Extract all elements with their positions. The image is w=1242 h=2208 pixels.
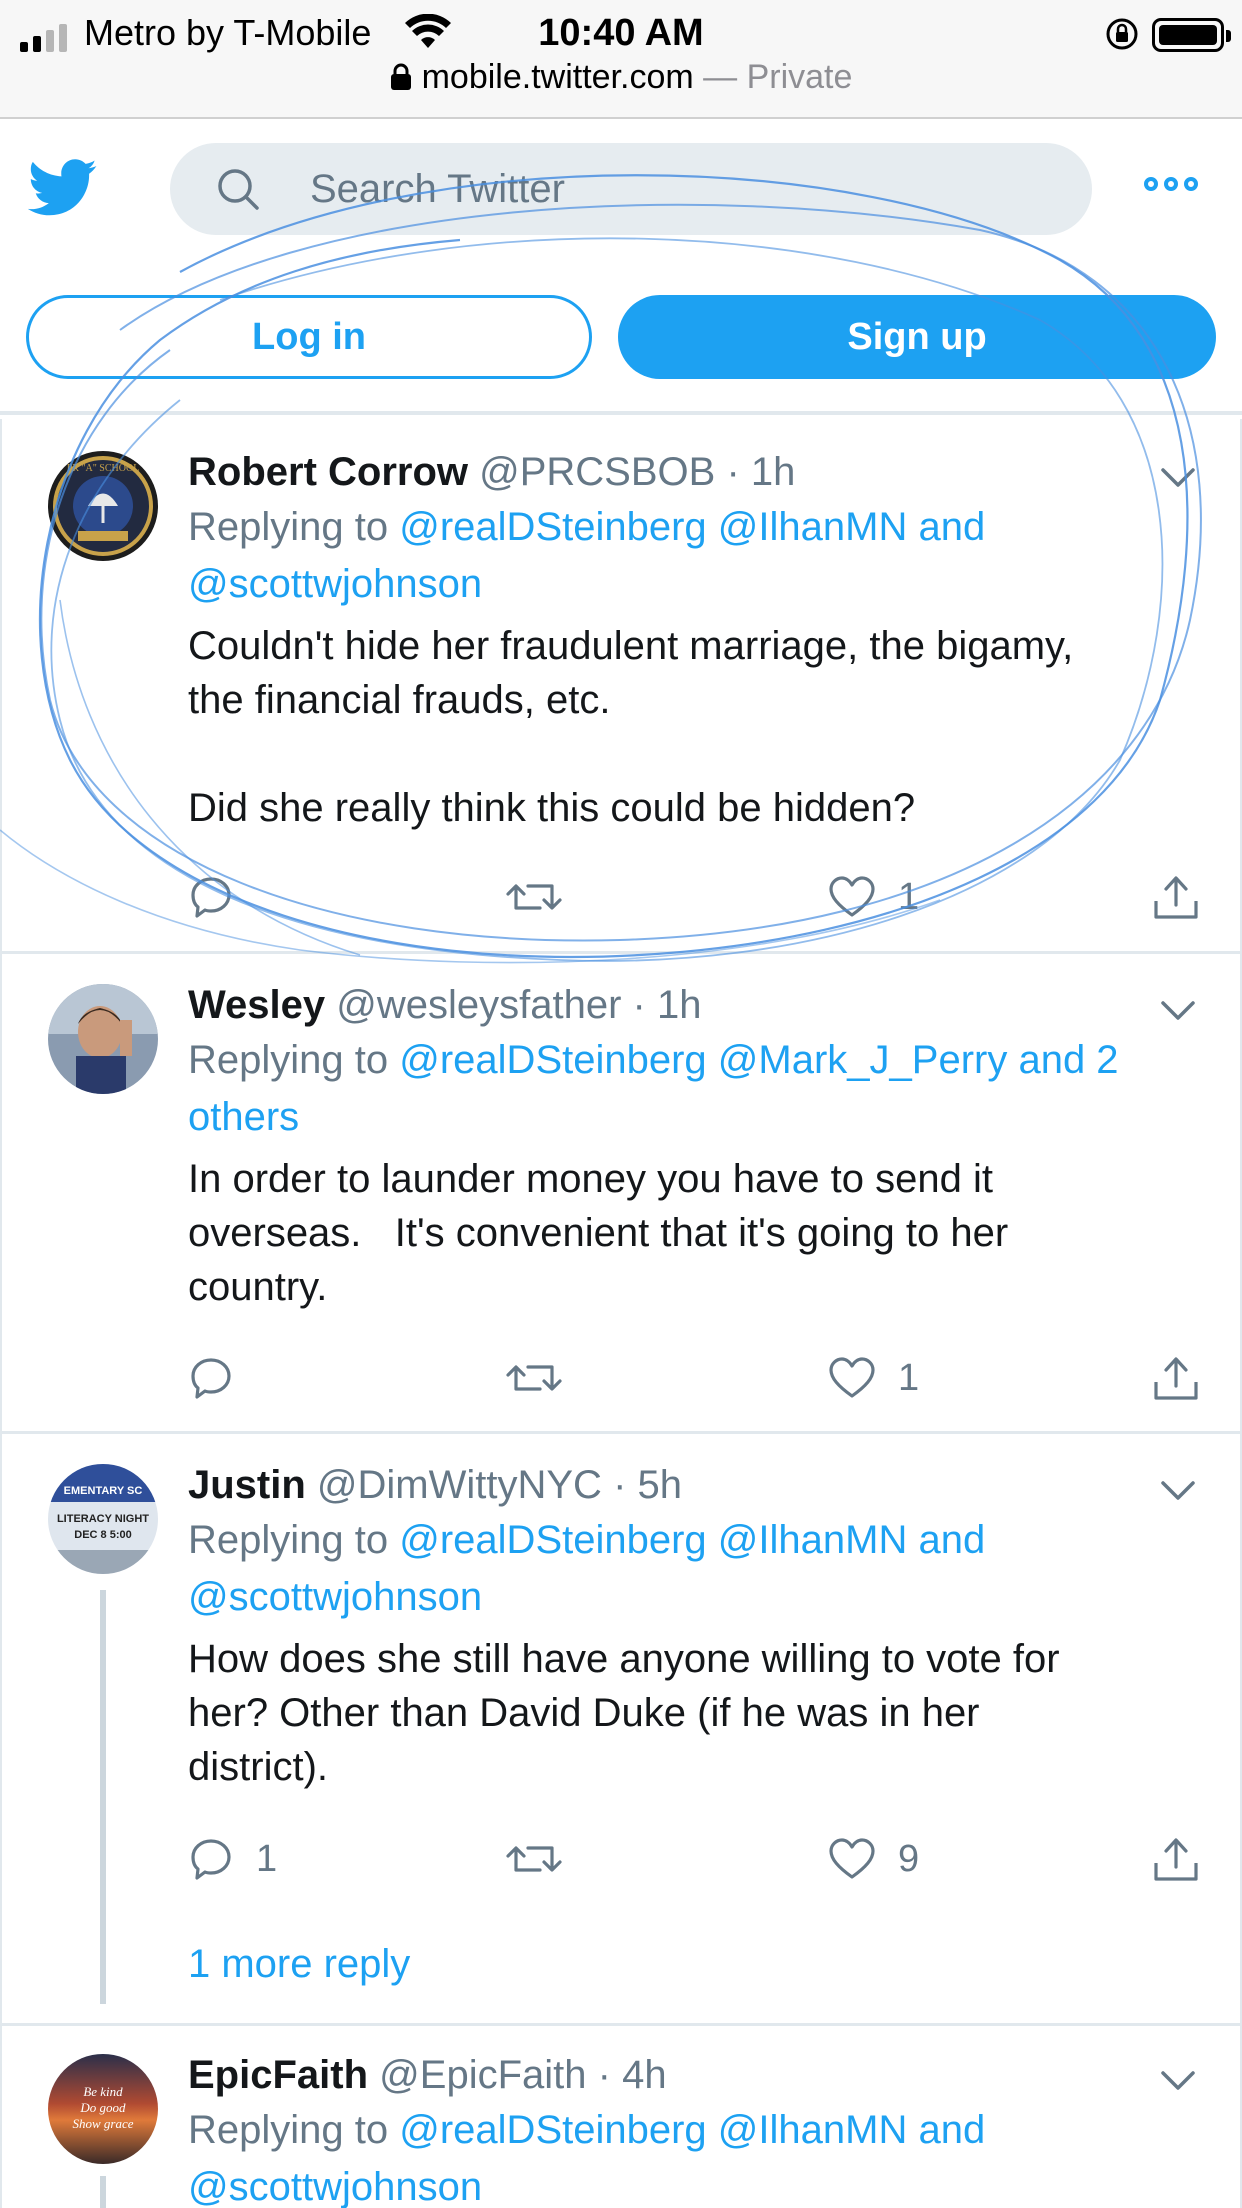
url-text: mobile.twitter.com: [421, 58, 694, 96]
replying-to-label: Replying to: [188, 505, 389, 549]
replying-to-links[interactable]: @scottwjohnson: [188, 2165, 482, 2208]
tweet-author-name[interactable]: Justin: [188, 1463, 306, 1507]
thread-dots: [100, 1936, 106, 2008]
replying-to-links[interactable]: @realDSteinberg @IlhanMN and: [399, 505, 985, 549]
replying-to-links[interactable]: @realDSteinberg @IlhanMN and: [399, 1518, 985, 1562]
tweet-timestamp[interactable]: 5h: [638, 1463, 683, 1507]
separator-dot: ·: [597, 2053, 611, 2097]
like-count: 9: [898, 1837, 920, 1880]
retweet-icon: [506, 1846, 562, 1872]
replying-to-links[interactable]: others: [188, 1095, 299, 1139]
clock: 10:40 AM: [538, 12, 704, 54]
replying-to-links[interactable]: @realDSteinberg @IlhanMN and: [399, 2108, 985, 2152]
retweet-button[interactable]: [506, 867, 584, 927]
tweet-author-handle[interactable]: @PRCSBOB: [479, 450, 715, 494]
replying-to-label: Replying to: [188, 1518, 389, 1562]
search-input[interactable]: [310, 143, 1070, 235]
avatar[interactable]: PR "A" SCHOOL: [48, 451, 158, 561]
avatar-sign-header: EMENTARY SC: [64, 1485, 143, 1497]
tweet-item[interactable]: EMENTARY SC LITERACY NIGHT DEC 8 5:00 Ju…: [0, 1434, 1242, 2026]
private-label: — Private: [693, 58, 853, 96]
replying-to-links[interactable]: @realDSteinberg @Mark_J_Perry and 2: [399, 1038, 1118, 1082]
avatar-quote-line: Show grace: [72, 2116, 133, 2131]
replying-to: Replying to @realDSteinberg @IlhanMN and…: [188, 1512, 1200, 1626]
retweet-button[interactable]: [506, 1348, 584, 1408]
share-button[interactable]: [1152, 867, 1200, 927]
twitter-bird-icon[interactable]: [28, 159, 98, 217]
replying-to-links[interactable]: @scottwjohnson: [188, 1575, 482, 1619]
like-button[interactable]: 1: [828, 1348, 919, 1408]
log-in-button[interactable]: Log in: [26, 295, 592, 379]
like-button[interactable]: 9: [828, 1829, 919, 1889]
reply-count: 1: [256, 1837, 278, 1880]
tweet-author-name[interactable]: EpicFaith: [188, 2053, 368, 2097]
search-bar[interactable]: [170, 143, 1092, 235]
tweet-item[interactable]: Be kind Do good Show grace EpicFaith @Ep…: [0, 2026, 1242, 2208]
avatar[interactable]: Be kind Do good Show grace: [48, 2054, 158, 2164]
separator-dot: ·: [726, 450, 740, 494]
address-bar[interactable]: mobile.twitter.com — Private: [0, 58, 1242, 104]
heart-icon: [829, 1838, 875, 1879]
share-icon: [1154, 876, 1198, 919]
rotation-lock-icon: [1106, 18, 1138, 50]
tweet-author-handle[interactable]: @wesleysfather: [336, 983, 621, 1027]
share-icon: [1154, 1838, 1198, 1881]
like-count: 1: [898, 875, 920, 918]
browser-status-bar: Metro by T-Mobile 10:40 AM mobile.twitte…: [0, 0, 1242, 119]
retweet-button[interactable]: [506, 1829, 584, 1889]
tweet-item[interactable]: Wesley @wesleysfather · 1h Replying to @…: [0, 954, 1242, 1434]
tweet-text: In order to launder money you have to se…: [188, 1157, 1009, 1309]
share-button[interactable]: [1152, 1829, 1200, 1889]
avatar-quote-line: Be kind: [83, 2084, 123, 2099]
avatar-quote-line: Do good: [79, 2100, 126, 2115]
tweet-timestamp[interactable]: 4h: [622, 2053, 667, 2097]
heart-icon: [829, 876, 875, 917]
lock-icon: [390, 63, 411, 90]
tweet-text: Couldn't hide her fraudulent marriage, t…: [188, 624, 1074, 830]
replying-to-label: Replying to: [188, 1038, 389, 1082]
more-options-icon[interactable]: [1144, 177, 1198, 191]
share-icon: [1154, 1357, 1198, 1400]
reply-button[interactable]: 1: [188, 1829, 277, 1889]
share-button[interactable]: [1152, 1348, 1200, 1408]
tweet-item[interactable]: PR "A" SCHOOL Robert Corrow @PRCSBOB · 1…: [0, 419, 1242, 954]
tweet-author-handle[interactable]: @DimWittyNYC: [317, 1463, 602, 1507]
tweet-text: How does she still have anyone willing t…: [188, 1637, 1060, 1789]
heart-icon: [829, 1357, 875, 1398]
tweet-author-handle[interactable]: @EpicFaith: [379, 2053, 586, 2097]
avatar[interactable]: [48, 984, 158, 1094]
like-button[interactable]: 1: [828, 867, 919, 927]
replying-to: Replying to @realDSteinberg @IlhanMN and…: [188, 2102, 1200, 2208]
like-count: 1: [898, 1356, 920, 1399]
tweet-author-name[interactable]: Robert Corrow: [188, 450, 468, 494]
avatar-sign-date: DEC 8 5:00: [74, 1529, 131, 1541]
battery-icon: [1152, 18, 1231, 52]
separator-dot: ·: [632, 983, 646, 1027]
tweet-timestamp[interactable]: 1h: [657, 983, 702, 1027]
reply-icon: [191, 1839, 231, 1880]
separator-dot: ·: [613, 1463, 627, 1507]
sign-up-button[interactable]: Sign up: [618, 295, 1216, 379]
reply-icon: [191, 1358, 231, 1399]
more-replies-link[interactable]: 1 more reply: [188, 1942, 410, 1987]
twitter-header: Log in Sign up: [0, 119, 1242, 419]
avatar-badge-text: PR "A" SCHOOL: [67, 463, 140, 474]
reply-button[interactable]: [188, 1348, 256, 1408]
thread-connector: [100, 2176, 106, 2208]
replying-to: Replying to @realDSteinberg @Mark_J_Perr…: [188, 1032, 1200, 1146]
avatar-sign-text: LITERACY NIGHT: [57, 1513, 149, 1525]
retweet-icon: [506, 1365, 562, 1391]
retweet-icon: [506, 884, 562, 910]
avatar[interactable]: EMENTARY SC LITERACY NIGHT DEC 8 5:00: [48, 1464, 158, 1574]
tweet-author-name[interactable]: Wesley: [188, 983, 325, 1027]
reply-feed: PR "A" SCHOOL Robert Corrow @PRCSBOB · 1…: [0, 419, 1242, 2208]
replying-to-links[interactable]: @scottwjohnson: [188, 562, 482, 606]
reply-icon: [191, 877, 231, 918]
tweet-timestamp[interactable]: 1h: [751, 450, 796, 494]
reply-button[interactable]: [188, 867, 256, 927]
replying-to: Replying to @realDSteinberg @IlhanMN and…: [188, 499, 1200, 613]
search-icon: [218, 169, 259, 210]
replying-to-label: Replying to: [188, 2108, 389, 2152]
